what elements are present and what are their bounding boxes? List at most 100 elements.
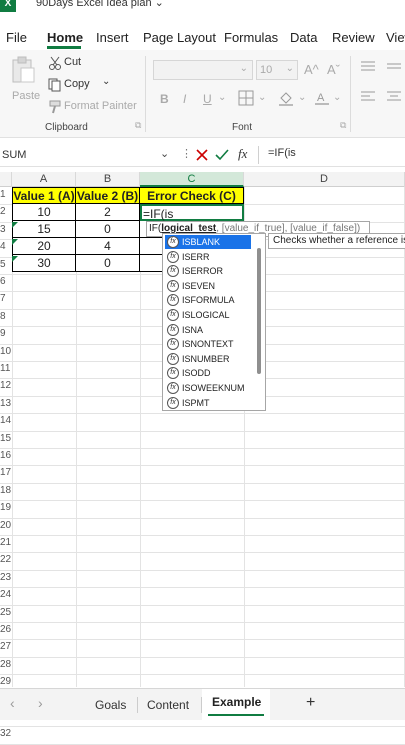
align-left-icon[interactable]	[360, 90, 376, 104]
row-header[interactable]: 8	[0, 309, 12, 325]
autocomplete-item[interactable]: fx ISPMT	[165, 396, 251, 410]
chevron-down-icon[interactable]: ⌄	[333, 92, 341, 103]
align-center-icon[interactable]	[386, 90, 402, 104]
sheet-tab-content[interactable]: Content	[147, 698, 189, 712]
autocomplete-item[interactable]: fx ISERROR	[165, 264, 251, 278]
insert-function-icon[interactable]: fx	[238, 146, 247, 162]
chevron-down-icon[interactable]: ⌄	[298, 92, 306, 103]
column-header-c[interactable]: C	[140, 172, 244, 187]
borders-icon[interactable]	[238, 90, 254, 106]
autocomplete-item[interactable]: fx ISFORMULA	[165, 293, 251, 307]
chevron-down-icon[interactable]: ⌄	[160, 147, 169, 160]
fill-color-icon[interactable]	[278, 90, 294, 106]
row-header[interactable]: 23	[0, 570, 12, 586]
increase-font-size-icon[interactable]: A^	[304, 62, 319, 77]
row-header[interactable]: 11	[0, 361, 12, 377]
format-painter-button[interactable]: Format Painter	[46, 100, 138, 114]
font-color-icon[interactable]: A	[314, 90, 330, 106]
font-size-combo[interactable]: 10 ⌄	[256, 60, 298, 80]
row-header[interactable]: 15	[0, 431, 12, 447]
decrease-font-size-icon[interactable]: Aˇ	[327, 62, 340, 77]
document-title[interactable]: 90Days Excel Idea plan ⌄	[36, 0, 164, 9]
error-indicator-icon[interactable]	[12, 256, 18, 262]
enter-check-icon[interactable]	[215, 148, 229, 162]
tab-formulas[interactable]: Formulas	[224, 30, 278, 45]
tab-page-layout[interactable]: Page Layout	[143, 30, 216, 45]
error-indicator-icon[interactable]	[12, 222, 18, 228]
dialog-launcher-icon[interactable]: ⧉	[340, 120, 346, 131]
cell-b3[interactable]: 0	[76, 221, 140, 238]
row-header[interactable]: 10	[0, 344, 12, 360]
header-cell-a1[interactable]: Value 1 (A)	[12, 187, 76, 204]
tab-data[interactable]: Data	[290, 30, 317, 45]
function-autocomplete-list[interactable]: fx ISBLANK fx ISERR fx ISERROR fx ISEVEN fx ISFOR…	[162, 233, 266, 411]
row-header[interactable]: 17	[0, 465, 12, 481]
row-header[interactable]: 4	[0, 239, 12, 255]
header-cell-c1[interactable]: Error Check (C)	[140, 187, 244, 204]
row-header[interactable]: 18	[0, 483, 12, 499]
row-header[interactable]: 2	[0, 204, 12, 220]
cell-b4[interactable]: 4	[76, 238, 140, 255]
formula-input[interactable]: =IF(is	[268, 147, 296, 159]
copy-button[interactable]: Copy ⌄	[46, 76, 116, 92]
cell-a4[interactable]: 20	[12, 238, 76, 255]
chevron-down-icon[interactable]: ⌄	[218, 92, 226, 103]
row-header[interactable]: 24	[0, 587, 12, 603]
row-header[interactable]: 1	[0, 187, 12, 203]
row-header[interactable]: 27	[0, 639, 12, 655]
cell-a2[interactable]: 10	[12, 204, 76, 221]
row-header[interactable]: 20	[0, 518, 12, 534]
tab-home[interactable]: Home	[47, 30, 83, 45]
scroll-tabs-right-icon[interactable]: ›	[38, 695, 43, 711]
row-header[interactable]: 5	[0, 257, 12, 273]
tab-insert[interactable]: Insert	[96, 30, 129, 45]
error-indicator-icon[interactable]	[12, 239, 18, 245]
column-header-b[interactable]: B	[76, 172, 140, 187]
cancel-icon[interactable]	[195, 148, 209, 162]
row-header[interactable]: 28	[0, 657, 12, 673]
align-top-icon[interactable]	[360, 60, 376, 74]
chevron-down-icon[interactable]: ⌄	[258, 92, 266, 103]
cell-a5[interactable]: 30	[12, 255, 76, 272]
row-header[interactable]: 3	[0, 222, 12, 238]
cell-b5[interactable]: 0	[76, 255, 140, 272]
row-header[interactable]: 16	[0, 448, 12, 464]
row-header[interactable]: 6	[0, 274, 12, 290]
autocomplete-scrollbar[interactable]	[257, 248, 261, 374]
autocomplete-item[interactable]: fx ISERR	[165, 250, 251, 264]
cell-c2-editing[interactable]: =IF(is	[140, 204, 244, 221]
row-header[interactable]: 21	[0, 535, 12, 551]
row-header[interactable]: 19	[0, 500, 12, 516]
name-box[interactable]: SUM	[0, 145, 172, 165]
autocomplete-item[interactable]: fx ISEVEN	[165, 279, 251, 293]
font-name-combo[interactable]: ⌄	[153, 60, 253, 80]
scroll-tabs-left-icon[interactable]: ‹	[10, 695, 15, 711]
sheet-tab-goals[interactable]: Goals	[95, 698, 126, 712]
row-header[interactable]: 26	[0, 622, 12, 638]
autocomplete-item[interactable]: fx ISNONTEXT	[165, 337, 251, 351]
add-sheet-button[interactable]: +	[306, 694, 315, 712]
autocomplete-item[interactable]: fx ISNUMBER	[165, 352, 251, 366]
cell-b2[interactable]: 2	[76, 204, 140, 221]
autocomplete-item[interactable]: fx ISOWEEKNUM	[165, 381, 251, 395]
row-header[interactable]: 32	[0, 726, 12, 742]
bold-button[interactable]: B	[160, 92, 169, 106]
tab-review[interactable]: Review	[332, 30, 375, 45]
paste-button[interactable]: Paste	[6, 54, 40, 102]
column-header-a[interactable]: A	[12, 172, 76, 187]
underline-button[interactable]: U	[203, 92, 212, 106]
row-header[interactable]: 12	[0, 378, 12, 394]
row-header[interactable]: 7	[0, 291, 12, 307]
autocomplete-item[interactable]: fx ISNA	[165, 323, 251, 337]
row-header[interactable]: 13	[0, 396, 12, 412]
align-middle-icon[interactable]	[386, 60, 402, 74]
tab-view[interactable]: View	[386, 30, 405, 45]
tab-file[interactable]: File	[6, 30, 27, 45]
cut-button[interactable]: Cut	[46, 56, 106, 70]
select-all-corner[interactable]	[0, 172, 12, 187]
column-header-d[interactable]: D	[244, 172, 405, 187]
row-header[interactable]: 25	[0, 605, 12, 621]
row-header[interactable]: 14	[0, 413, 12, 429]
row-header[interactable]: 22	[0, 552, 12, 568]
more-options-icon[interactable]: ⋮	[181, 147, 192, 160]
